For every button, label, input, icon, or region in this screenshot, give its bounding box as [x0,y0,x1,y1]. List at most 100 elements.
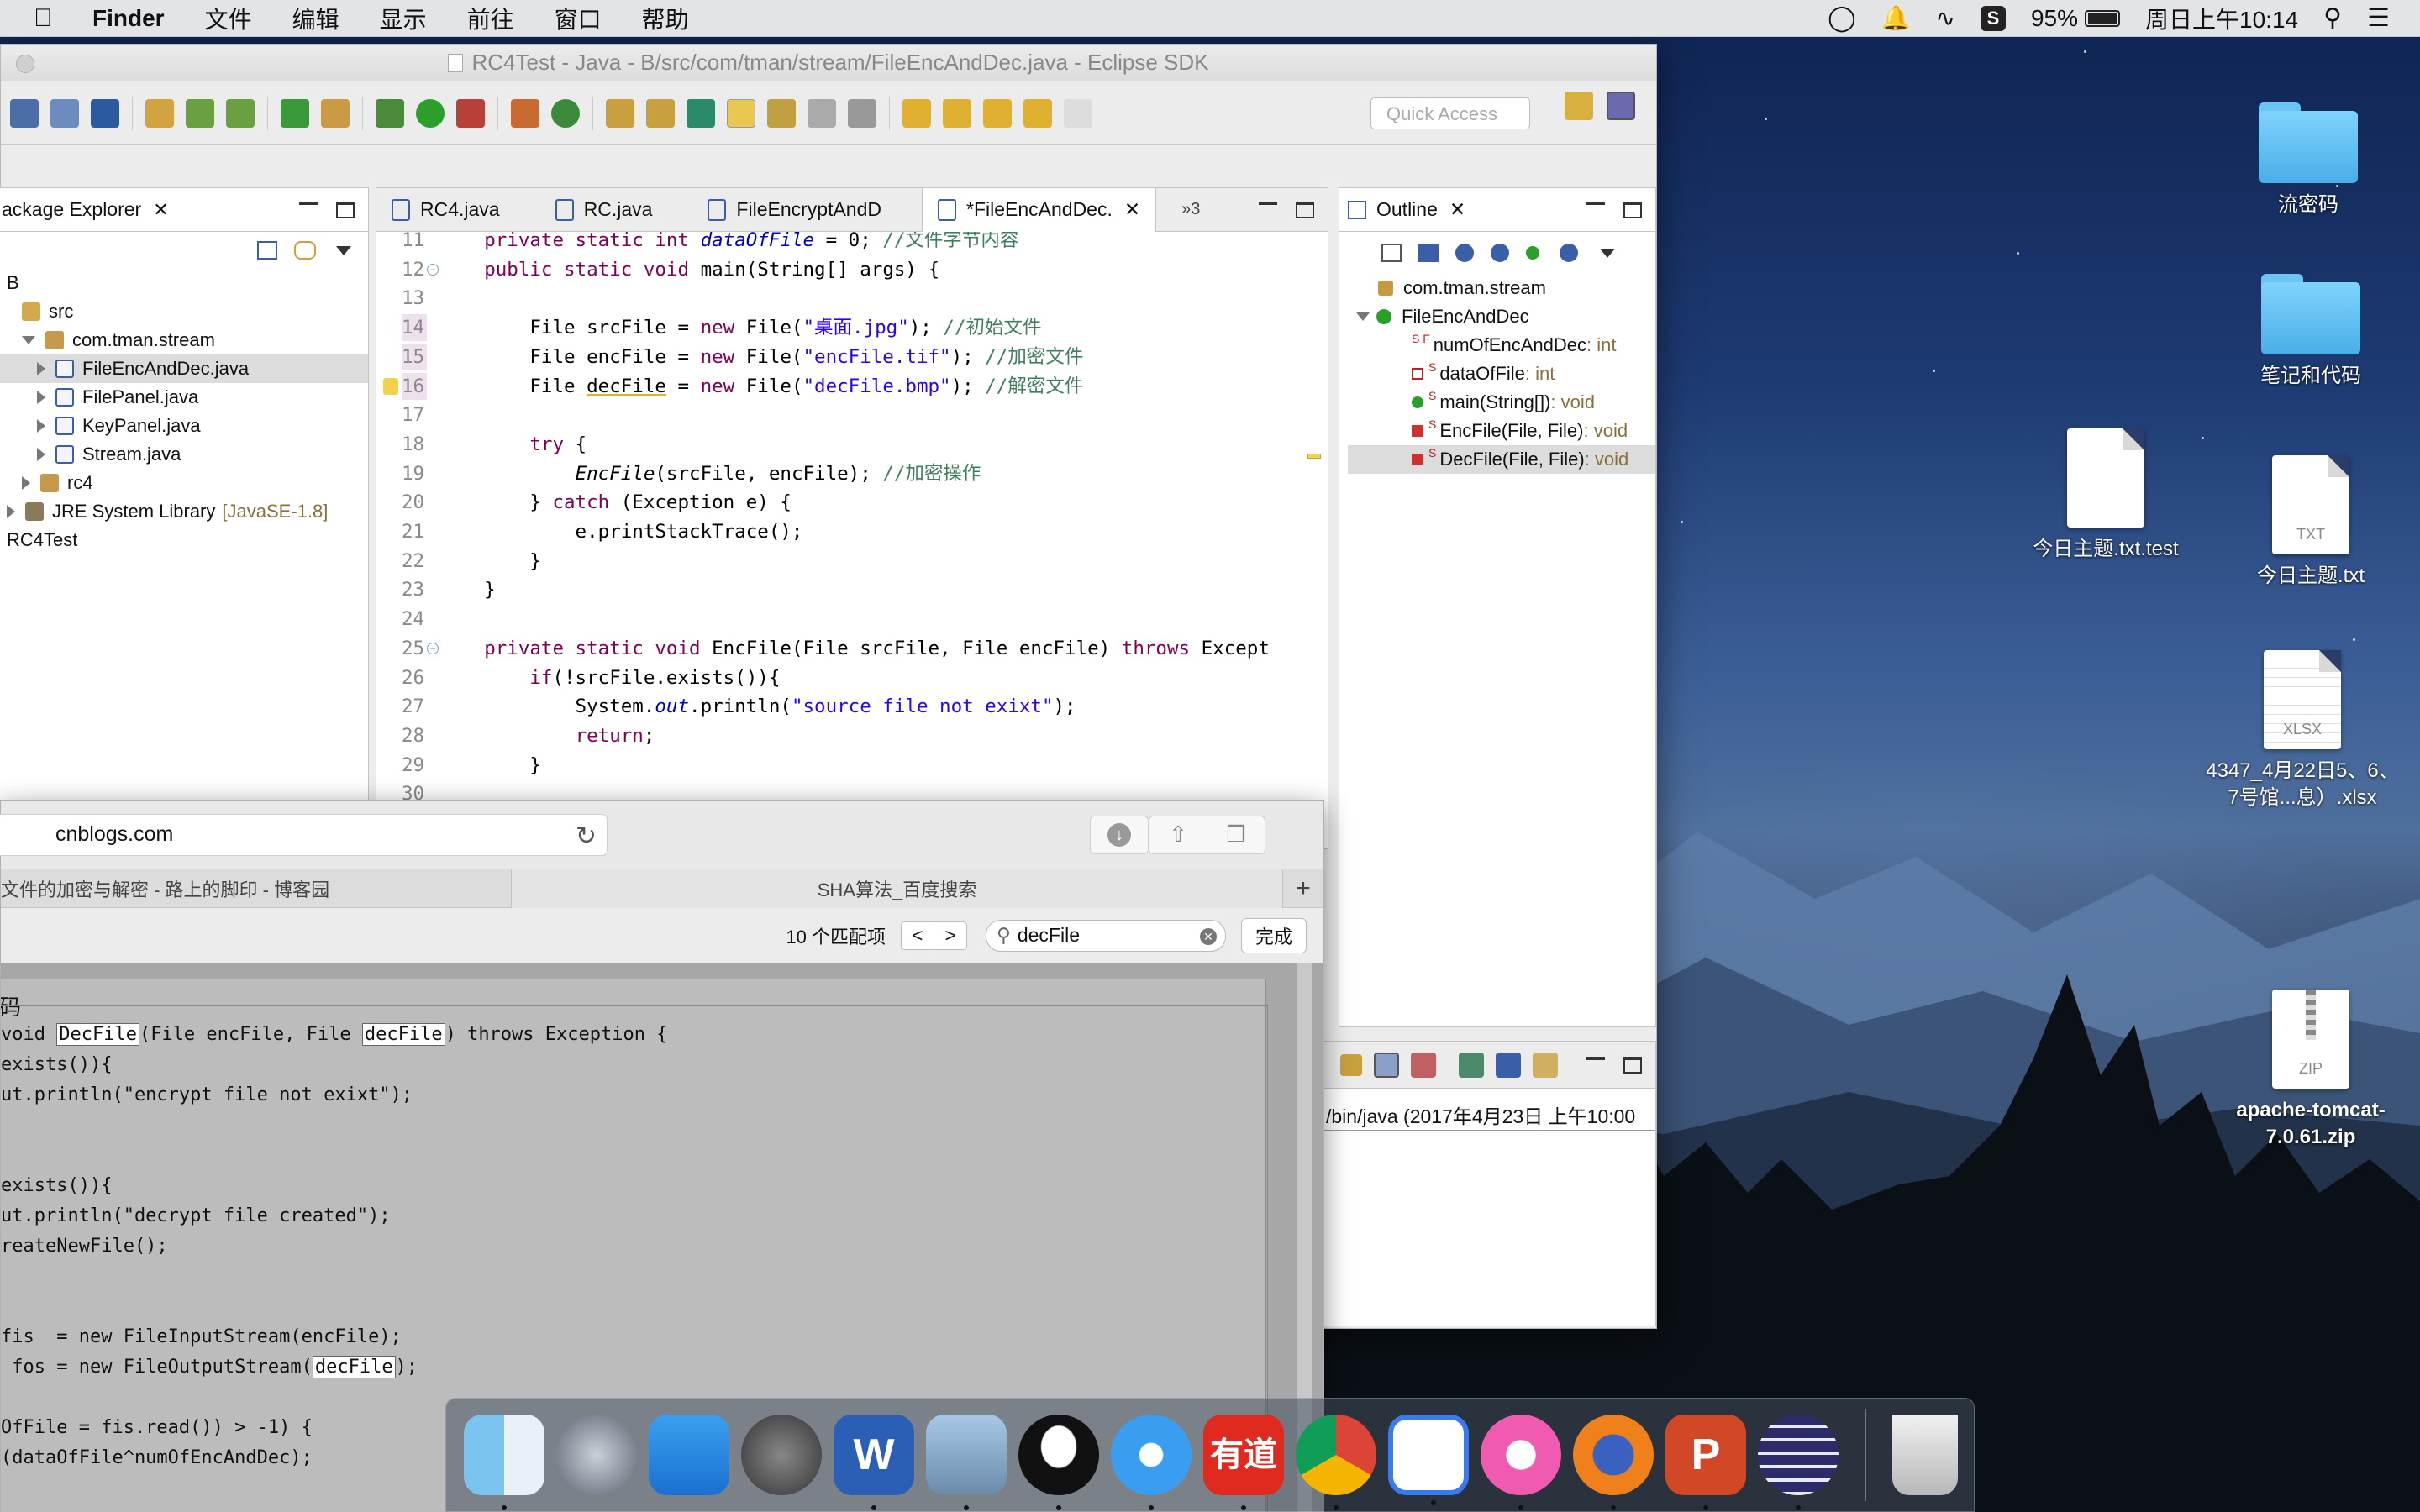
downloads-button[interactable]: ↓ [1090,815,1149,854]
outline-item[interactable]: com.tman.stream [1348,274,1655,302]
dock-word[interactable]: W [834,1415,914,1510]
hide-nonpublic-icon[interactable] [1526,246,1539,260]
tab-fileencryptandd[interactable]: FileEncryptAndD [692,188,897,232]
tab-package-explorer[interactable]: ackage Explorer ✕ [0,188,184,232]
previous-annotation-icon[interactable] [943,98,971,128]
new-package-icon[interactable] [145,98,174,128]
tab-fileencanddec[interactable]: *FileEncAndDec. ✕ [922,187,1157,232]
code-line[interactable]: 15 File encFile = new File("encFile.tif"… [376,343,1328,370]
code-area[interactable]: 11 private static int dataOfFile = 0; //… [376,232,1328,850]
outline-item[interactable]: Smain(String[]) : void [1348,388,1655,417]
tree-item[interactable]: rc4 [0,469,368,497]
apple-menu-icon[interactable]:  [34,4,62,33]
quick-access-field[interactable]: Quick Access [1370,97,1530,129]
view-menu-icon[interactable] [1600,248,1615,258]
outline-item[interactable]: SdataOfFile : int [1348,360,1655,388]
dock-qq[interactable] [1018,1415,1099,1510]
menu-help[interactable]: 帮助 [642,2,689,35]
wifi-icon[interactable]: ∿ [1936,4,1955,32]
expand-icon[interactable] [7,505,15,518]
open-task-icon[interactable] [646,98,675,128]
hide-static-icon[interactable] [1491,244,1509,262]
dock-baidu-netdisk[interactable] [1388,1415,1469,1505]
clear-icon[interactable]: ✕ [1199,927,1217,945]
code-line[interactable]: 16 File decFile = new File("decFile.bmp"… [376,372,1328,400]
find-input[interactable]: ⚲ decFile ✕ [985,919,1226,952]
tree-item[interactable]: FilePanel.java [0,383,368,412]
maximize-icon[interactable] [1296,201,1314,218]
maximize-icon[interactable] [1623,201,1642,218]
outline-item[interactable]: S EncFile(File, File) : void [1348,417,1655,445]
close-icon[interactable]: ✕ [1124,198,1140,221]
code-line[interactable]: 18 try { [376,431,1328,458]
desktop-file-tomcat-zip[interactable]: ZIP apache-tomcat-7.0.61.zip [2218,990,2403,1151]
link-with-editor-icon[interactable] [294,241,316,260]
close-icon[interactable]: ✕ [1449,198,1465,221]
new-tab-button[interactable]: + [1283,869,1323,908]
java-perspective-icon[interactable] [1607,92,1635,120]
outline-item[interactable]: S DecFile(File, File) : void [1348,445,1655,474]
debug-icon[interactable] [376,98,404,128]
menu-file[interactable]: 文件 [205,2,252,35]
console-output[interactable] [1323,1131,1655,1326]
collapse-all-icon[interactable] [257,241,277,260]
desktop-file-topic-test[interactable]: 今日主题.txt.test [2013,428,2198,563]
dock-eclipse[interactable] [1758,1415,1839,1510]
new-class-icon[interactable] [321,98,350,128]
dock-itunes[interactable] [1481,1415,1561,1510]
expand-icon[interactable] [37,419,45,433]
code-line[interactable]: 22 } [376,548,1328,575]
forward-icon[interactable] [1064,98,1092,128]
dock-youdao[interactable]: 有道 [1203,1415,1284,1510]
window-close-button[interactable] [16,55,34,73]
tab-sha-search[interactable]: SHA算法_百度搜索 [512,869,1283,908]
close-icon[interactable]: ✕ [153,199,168,221]
run-external-tools-icon[interactable] [456,98,485,128]
notification-center-icon[interactable]: ☰ [2367,3,2390,33]
maximize-icon[interactable] [336,201,355,218]
sort-icon[interactable] [1418,244,1439,262]
code-line[interactable]: 29 } [376,752,1328,779]
address-bar[interactable]: cnblogs.com ↻ [0,813,608,856]
dock-finder[interactable] [464,1415,544,1510]
dock-launchpad[interactable] [556,1415,637,1495]
sogou-input-icon[interactable]: S [1980,5,2006,31]
open-perspective-icon[interactable] [1565,92,1593,120]
maximize-icon[interactable] [1623,1056,1642,1074]
tab-file-encryption[interactable]: 文件的加密与解密 - 路上的脚印 - 博客园 [1,869,512,908]
tree-item[interactable]: src [0,297,368,326]
previous-match-button[interactable]: < [900,921,934,950]
menu-edit[interactable]: 编辑 [292,2,339,35]
new-server-icon[interactable] [226,98,255,128]
code-line[interactable]: 28 return; [376,722,1328,749]
minimize-icon[interactable] [299,201,318,205]
console-display-icon[interactable] [1496,1052,1521,1078]
desktop-file-xlsx[interactable]: XLSX 4347_4月22日5、6、7号馆...息）.xlsx [2202,650,2403,811]
tab-overflow[interactable]: »3 [1166,188,1215,232]
expand-icon[interactable] [22,476,30,490]
new-java-class-icon[interactable] [551,98,580,128]
chat-status-icon[interactable]: ◯ [1828,3,1856,33]
collapse-icon[interactable] [22,336,35,344]
tab-rc4-java[interactable]: RC4.java [376,188,515,232]
tree-item[interactable]: RC4Test [0,526,368,554]
fold-toggle-icon[interactable]: − [427,642,439,654]
fold-toggle-icon[interactable]: − [427,263,439,276]
hide-fields-icon[interactable] [1455,244,1474,262]
new-java-package-icon[interactable] [511,98,539,128]
tree-item[interactable]: B [0,269,368,297]
code-line[interactable]: 19 EncFile(srcFile, encFile); //加密操作 [376,460,1328,487]
show-whitespace-icon[interactable] [808,98,836,128]
dock-powerpoint[interactable]: P [1665,1415,1746,1510]
dock-preview[interactable] [926,1415,1007,1510]
toggle-mark-occurrences-icon[interactable] [727,98,755,128]
code-line[interactable]: 21 e.printStackTrace(); [376,518,1328,545]
paragraph-icon[interactable] [848,98,876,128]
dock-system-preferences[interactable] [741,1415,822,1495]
code-line[interactable]: 20 } catch (Exception e) { [376,489,1328,516]
notification-bell-icon[interactable]: 🔔 [1881,4,1911,32]
code-line[interactable]: 17 [376,402,1328,428]
tab-rc-java[interactable]: RC.java [540,188,668,232]
pin-console-icon[interactable] [1340,1053,1362,1076]
code-line[interactable]: 14 File srcFile = new File("桌面.jpg"); //… [376,314,1328,342]
